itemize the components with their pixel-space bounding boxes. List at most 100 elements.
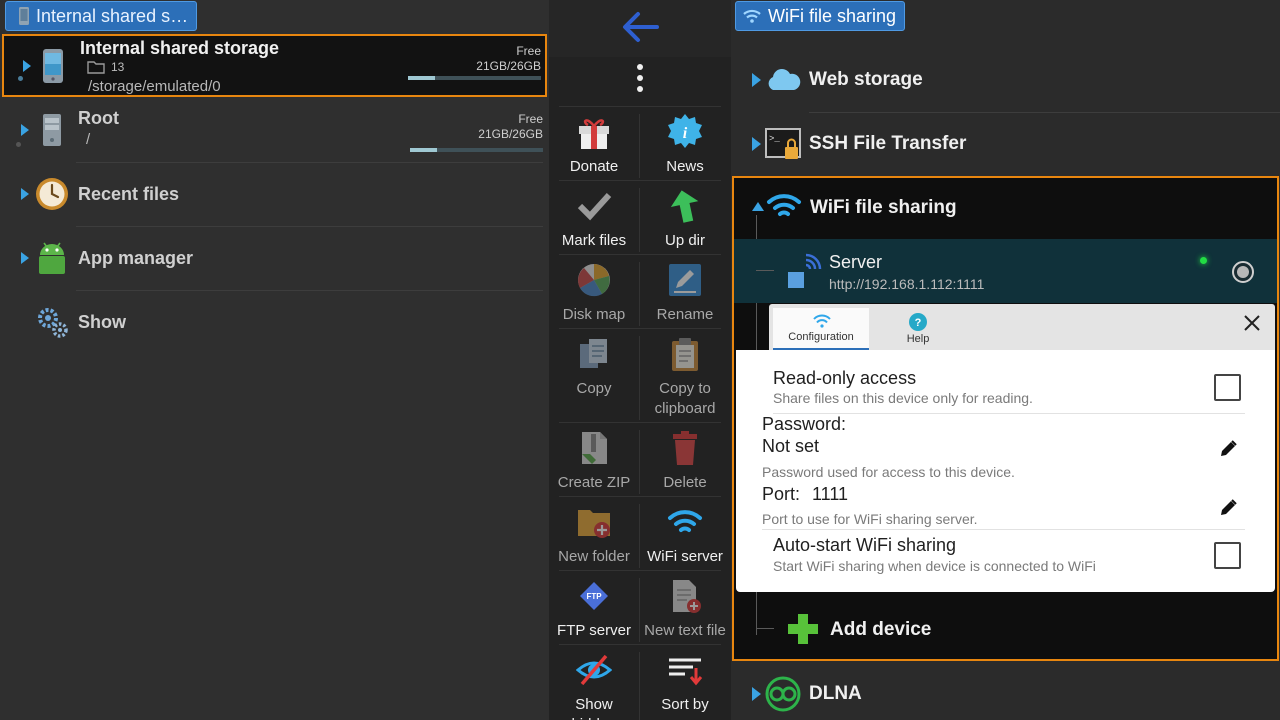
tab-configuration[interactable]: Configuration — [773, 308, 869, 350]
zip-icon — [582, 432, 607, 464]
free-label: Free 21GB/26GB — [478, 112, 543, 141]
copy-to-clipboard-label: Copy to clipboard — [654, 380, 716, 417]
dialog-tab-bar: Configuration ? Help — [769, 304, 1275, 351]
dlna-item[interactable]: DLNA — [731, 664, 1280, 720]
web-storage-title: Web storage — [809, 69, 923, 90]
clipboard-icon — [672, 338, 698, 371]
phone-icon — [19, 7, 29, 25]
storage-title: Internal shared storage — [80, 38, 280, 58]
expand-arrow-icon[interactable] — [21, 124, 29, 136]
password-value: Not set — [762, 436, 820, 456]
android-icon — [39, 242, 65, 274]
create-zip-button[interactable]: Create ZIP — [549, 424, 639, 496]
add-device-label: Add device — [830, 619, 932, 640]
copy-button[interactable]: Copy — [549, 330, 639, 402]
divider — [76, 162, 543, 163]
password-option[interactable]: Password: Not set Password used for acce… — [736, 414, 1275, 484]
new-folder-icon — [578, 510, 610, 538]
expand-arrow-icon[interactable] — [752, 137, 761, 151]
close-icon[interactable] — [1243, 314, 1261, 332]
wifi-chip-label: WiFi file sharing — [768, 5, 897, 26]
divider — [559, 106, 721, 107]
trash-icon — [673, 431, 697, 465]
donate-button[interactable]: Donate — [549, 108, 639, 180]
delete-button[interactable]: Delete — [640, 424, 730, 496]
svg-text:>_: >_ — [769, 134, 780, 144]
expand-arrow-icon[interactable] — [752, 73, 761, 87]
autostart-title: Auto-start WiFi sharing — [773, 535, 957, 555]
server-url[interactable]: http://192.168.1.112:1111 — [829, 276, 984, 292]
recent-files-title: Recent files — [78, 184, 180, 204]
new-folder-label: New folder — [558, 548, 630, 565]
port-option[interactable]: Port: 1111 Port to use for WiFi sharing … — [736, 484, 1275, 528]
new-folder-button[interactable]: New folder — [549, 498, 639, 570]
copy-to-clipboard-button[interactable]: Copy to clipboard — [640, 330, 730, 422]
autostart-option[interactable]: Auto-start WiFi sharing Start WiFi shari… — [736, 530, 1275, 590]
server-item[interactable]: Server http://192.168.1.112:1111 — [734, 239, 1277, 303]
add-device-item[interactable]: Add device — [734, 598, 1277, 658]
port-value: 1111 — [812, 484, 849, 504]
tab-help[interactable]: ? Help — [873, 308, 963, 350]
wifi-icon — [668, 510, 702, 532]
wifi-config-dialog: Read-only access Share files on this dev… — [736, 350, 1275, 592]
storage-item-root[interactable]: Root / Free 21GB/26GB — [2, 106, 547, 166]
news-button[interactable]: i News — [640, 108, 730, 180]
sort-by-label: Sort by — [661, 696, 709, 713]
divider — [76, 290, 543, 291]
phone-storage-icon — [43, 49, 63, 83]
donate-label: Donate — [569, 158, 619, 175]
readonly-option[interactable]: Read-only access Share files on this dev… — [736, 350, 1275, 412]
recent-files-item[interactable]: Recent files — [2, 166, 547, 226]
mark-files-label: Mark files — [561, 232, 627, 249]
free-value: 21GB/26GB — [478, 127, 543, 141]
disk-map-label: Disk map — [562, 306, 626, 323]
show-item[interactable]: Show — [2, 294, 547, 354]
divider — [76, 226, 543, 227]
divider — [559, 180, 721, 181]
server-radio[interactable] — [1232, 261, 1254, 283]
edit-pencil-icon[interactable] — [1218, 498, 1238, 518]
readonly-checkbox[interactable] — [1214, 374, 1241, 401]
sort-by-button[interactable]: Sort by — [640, 646, 730, 718]
storage-item-internal[interactable]: Internal shared storage 13 /storage/emul… — [2, 34, 547, 97]
status-dot — [16, 142, 21, 147]
show-hidden-label: Show hidden — [571, 696, 616, 720]
toolbar-pane: Donate i News Mark files Up dir Disk map… — [549, 0, 731, 720]
wifi-icon — [813, 314, 831, 328]
back-button[interactable] — [549, 0, 731, 57]
show-hidden-button[interactable]: Show hidden — [549, 646, 639, 720]
wifi-sharing-item[interactable]: WiFi file sharing — [734, 178, 1277, 238]
web-storage-item[interactable]: Web storage — [731, 50, 1280, 110]
wifi-server-button[interactable]: WiFi server — [640, 498, 730, 570]
expand-arrow-icon[interactable] — [21, 188, 29, 200]
folder-count: 13 — [111, 60, 125, 74]
left-pane: Internal shared s… Internal shared stora… — [0, 0, 549, 720]
app-manager-item[interactable]: App manager — [2, 230, 547, 290]
collapse-arrow-icon[interactable] — [752, 202, 764, 211]
port-label: Port: — [762, 484, 801, 504]
expand-arrow-icon[interactable] — [23, 60, 31, 72]
rename-button[interactable]: Rename — [640, 256, 730, 328]
expand-arrow-icon[interactable] — [752, 687, 761, 701]
ftp-server-label: FTP server — [557, 622, 631, 639]
more-menu-icon[interactable] — [637, 64, 643, 97]
up-dir-button[interactable]: Up dir — [640, 182, 730, 254]
disk-map-button[interactable]: Disk map — [549, 256, 639, 328]
wifi-path-chip[interactable]: WiFi file sharing — [735, 1, 906, 31]
ftp-server-button[interactable]: FTP FTP server — [549, 572, 639, 644]
server-name: Server — [829, 252, 883, 272]
divider — [559, 254, 721, 255]
autostart-desc: Start WiFi sharing when device is connec… — [773, 558, 1096, 574]
ssh-title: SSH File Transfer — [809, 133, 967, 154]
edit-pencil-icon[interactable] — [1218, 439, 1238, 459]
folder-icon — [87, 61, 105, 74]
wifi-icon — [767, 194, 801, 216]
autostart-checkbox[interactable] — [1214, 542, 1241, 569]
expand-arrow-icon[interactable] — [21, 252, 29, 264]
path-chip[interactable]: Internal shared s… — [5, 1, 198, 31]
ssh-file-transfer-item[interactable]: >_ SSH File Transfer — [731, 114, 1280, 174]
back-arrow-icon — [623, 12, 659, 42]
status-dot — [18, 76, 23, 81]
new-text-file-button[interactable]: New text file — [640, 572, 730, 644]
mark-files-button[interactable]: Mark files — [549, 182, 639, 254]
